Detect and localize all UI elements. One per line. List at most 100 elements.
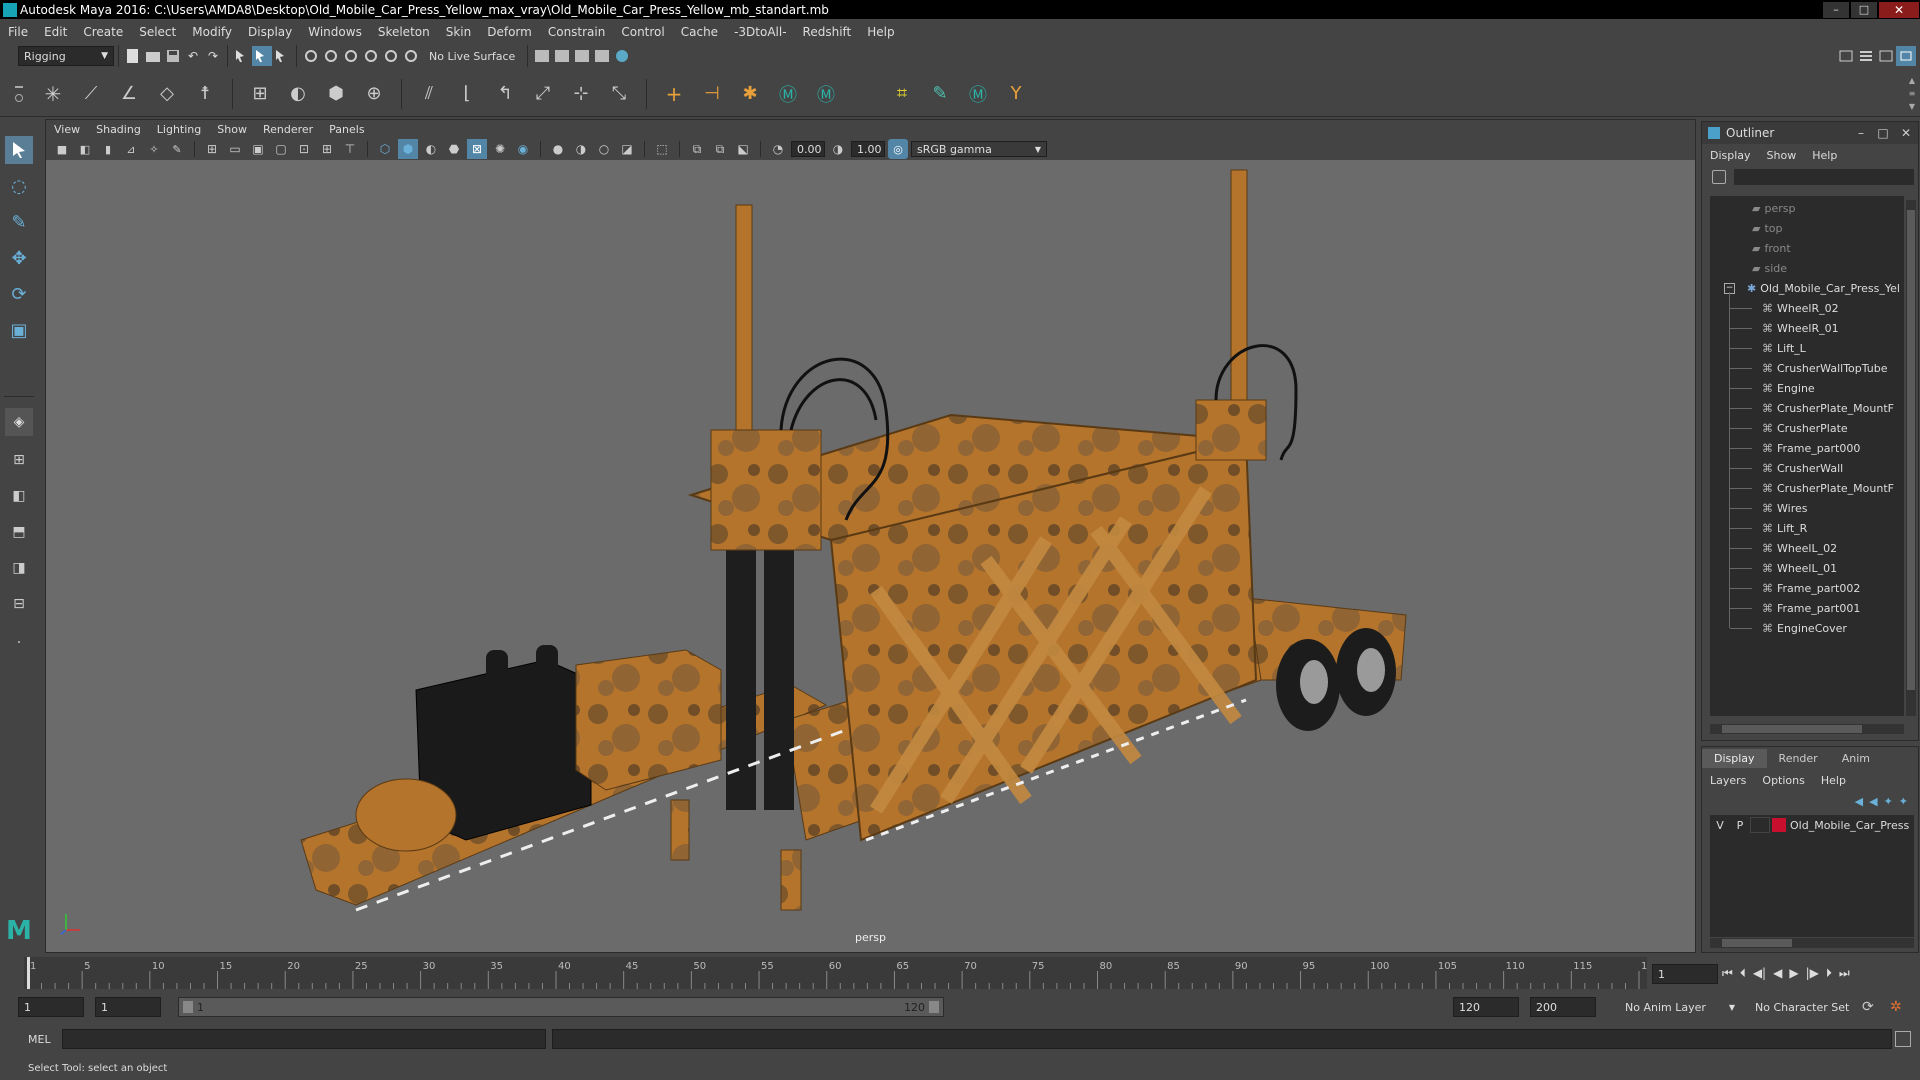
layer-hscrollbar[interactable] bbox=[1710, 938, 1914, 948]
scale-constraint-icon[interactable]: ⊹ bbox=[566, 79, 596, 109]
hypershade-persp-layout[interactable]: ◨ bbox=[5, 554, 33, 582]
menu-3dtoall[interactable]: -3DtoAll- bbox=[726, 25, 794, 39]
layer-hscroll-thumb[interactable] bbox=[1722, 939, 1792, 947]
select-tool[interactable] bbox=[5, 136, 33, 164]
outliner-item-child[interactable]: ⌘ CrusherWallTopTube bbox=[1730, 358, 1888, 378]
outliner-item-child[interactable]: ⌘ CrusherWall bbox=[1730, 458, 1843, 478]
outliner-maximize-button[interactable]: □ bbox=[1872, 126, 1894, 140]
scale-tool[interactable]: ▣ bbox=[5, 316, 33, 344]
single-view-layout[interactable]: ◈ bbox=[5, 408, 33, 436]
current-time-marker[interactable] bbox=[27, 957, 30, 989]
custom-layout[interactable]: ⊟ bbox=[5, 590, 33, 618]
go-to-end-icon[interactable]: ⏭ bbox=[1839, 966, 1850, 981]
render-view-icon[interactable] bbox=[532, 46, 552, 66]
layer-name[interactable]: Old_Mobile_Car_Press bbox=[1790, 819, 1909, 832]
menu-control[interactable]: Control bbox=[613, 25, 672, 39]
bind-skin-icon[interactable]: ⊞ bbox=[245, 79, 275, 109]
viewport-menu-renderer[interactable]: Renderer bbox=[255, 123, 321, 136]
outliner-item-child[interactable]: ⌘ Lift_R bbox=[1730, 518, 1807, 538]
new-layer-icon[interactable]: ✦ bbox=[1884, 795, 1893, 808]
ipr-render-icon[interactable] bbox=[572, 46, 592, 66]
film-gate-icon[interactable]: ▭ bbox=[225, 139, 245, 159]
paint-select-tool[interactable]: ✎ bbox=[5, 208, 33, 236]
layer-reference-toggle[interactable] bbox=[1750, 817, 1770, 833]
move-layer-up-icon[interactable]: ◀ bbox=[1855, 795, 1863, 808]
save-scene-icon[interactable] bbox=[163, 46, 183, 66]
auto-key-icon[interactable]: ⟳ bbox=[1862, 999, 1874, 1015]
outliner-hscroll-thumb[interactable] bbox=[1722, 725, 1862, 733]
image-plane-icon[interactable]: ⊿ bbox=[121, 139, 141, 159]
color-space-dropdown[interactable]: sRGB gamma ▼ bbox=[911, 141, 1047, 157]
select-object-icon[interactable] bbox=[252, 46, 272, 66]
motion-blur-icon[interactable]: ◑ bbox=[571, 139, 591, 159]
shelf-tabs-toggle[interactable] bbox=[0, 71, 38, 117]
exposure-field[interactable]: 0.00 bbox=[791, 141, 825, 157]
camera-select-icon[interactable]: ■ bbox=[52, 139, 72, 159]
select-component-icon[interactable] bbox=[272, 46, 292, 66]
safe-title-icon[interactable]: ⊤ bbox=[340, 139, 360, 159]
outliner-hscrollbar[interactable] bbox=[1710, 724, 1904, 734]
menu-deform[interactable]: Deform bbox=[479, 25, 540, 39]
locator-icon[interactable]: + bbox=[659, 79, 689, 109]
move-layer-down-icon[interactable]: ◀ bbox=[1869, 795, 1877, 808]
go-to-start-icon[interactable]: ⏮ bbox=[1722, 966, 1733, 981]
menu-skeleton[interactable]: Skeleton bbox=[370, 25, 438, 39]
persp-graph-layout[interactable]: ⬒ bbox=[5, 518, 33, 546]
outliner-item-child[interactable]: ⌘ Engine bbox=[1730, 378, 1815, 398]
bookmark-icon[interactable]: ▮ bbox=[98, 139, 118, 159]
camera-attributes-icon[interactable]: ◧ bbox=[75, 139, 95, 159]
grease-pencil-icon[interactable]: ✎ bbox=[167, 139, 187, 159]
lasso-tool[interactable]: ◌ bbox=[5, 172, 33, 200]
character-set-dropdown[interactable]: No Character Set bbox=[1750, 997, 1865, 1017]
time-slider[interactable]: 1 5 10 15 20 25 30 35 40 45 50 55 60 65 70 75 80 85 90 95 10… bbox=[24, 957, 1660, 989]
outliner-item-child[interactable]: ⌘ Lift_L bbox=[1730, 338, 1806, 358]
playback-end-field[interactable]: 120 bbox=[1453, 997, 1519, 1017]
grid-icon[interactable]: ⊞ bbox=[202, 139, 222, 159]
outliner-item-child[interactable]: ⌘ WheelR_02 bbox=[1730, 298, 1839, 318]
wireframe-on-shaded-icon[interactable]: ◐ bbox=[421, 139, 441, 159]
blank-shelf-icon[interactable] bbox=[849, 79, 879, 109]
two-d-pan-icon[interactable]: ✧ bbox=[144, 139, 164, 159]
insert-joint-icon[interactable]: ⟋ bbox=[76, 79, 106, 109]
outliner-vscroll-thumb[interactable] bbox=[1907, 210, 1915, 690]
undo-icon[interactable]: ↶ bbox=[183, 46, 203, 66]
render-settings-icon[interactable] bbox=[592, 46, 612, 66]
snap-view-icon[interactable] bbox=[361, 46, 381, 66]
aim-constraint-icon[interactable]: ↰ bbox=[490, 79, 520, 109]
step-forward-key-icon[interactable]: ⏵ bbox=[1826, 966, 1832, 981]
orient-constraint-icon[interactable]: ⤢ bbox=[528, 79, 558, 109]
command-language-label[interactable]: MEL bbox=[28, 1033, 62, 1046]
outliner-item-child[interactable]: ⌘ Frame_part001 bbox=[1730, 598, 1860, 618]
new-scene-icon[interactable] bbox=[123, 46, 143, 66]
new-layer-selected-icon[interactable]: ✦ bbox=[1899, 795, 1908, 808]
character-control-2-icon[interactable]: Ⓜ bbox=[811, 79, 841, 109]
snap-surface-icon[interactable] bbox=[381, 46, 401, 66]
menu-redshift[interactable]: Redshift bbox=[795, 25, 860, 39]
ik-fk-icon[interactable]: ⊣ bbox=[697, 79, 727, 109]
gate-mask-icon[interactable]: ▢ bbox=[271, 139, 291, 159]
color-management-icon[interactable]: ◎ bbox=[888, 139, 908, 159]
textured-icon[interactable]: ⊠ bbox=[467, 139, 487, 159]
range-slider[interactable]: 1 120 bbox=[178, 997, 944, 1017]
use-all-lights-icon[interactable]: ✺ bbox=[490, 139, 510, 159]
channel-box-icon[interactable] bbox=[1896, 46, 1916, 66]
use-default-material-icon[interactable]: ⬣ bbox=[444, 139, 464, 159]
outliner-item-child[interactable]: ⌘ WheelL_02 bbox=[1730, 538, 1837, 558]
live-surface-label[interactable]: No Live Surface bbox=[429, 50, 515, 63]
outliner-minimize-button[interactable]: – bbox=[1850, 126, 1872, 140]
y-shape-icon[interactable]: Y bbox=[1001, 79, 1031, 109]
isolate-select-icon[interactable]: ⬚ bbox=[652, 139, 672, 159]
layer-menu-help[interactable]: Help bbox=[1813, 774, 1854, 787]
attribute-editor-icon[interactable] bbox=[1856, 46, 1876, 66]
menu-set-dropdown[interactable]: Rigging ▼ bbox=[18, 46, 114, 66]
outliner-item-child[interactable]: ⌘ CrusherPlate bbox=[1730, 418, 1848, 438]
ik-spline-icon[interactable]: ◇ bbox=[152, 79, 182, 109]
humanik-icon[interactable]: ☨ bbox=[190, 79, 220, 109]
menu-create[interactable]: Create bbox=[75, 25, 131, 39]
tab-render[interactable]: Render bbox=[1767, 749, 1830, 768]
anti-aliasing-icon[interactable]: ○ bbox=[594, 139, 614, 159]
minimize-button[interactable]: – bbox=[1823, 1, 1849, 18]
menu-modify[interactable]: Modify bbox=[184, 25, 240, 39]
outliner-item-top[interactable]: ▰ top bbox=[1752, 218, 1783, 238]
shadows-icon[interactable]: ◉ bbox=[513, 139, 533, 159]
